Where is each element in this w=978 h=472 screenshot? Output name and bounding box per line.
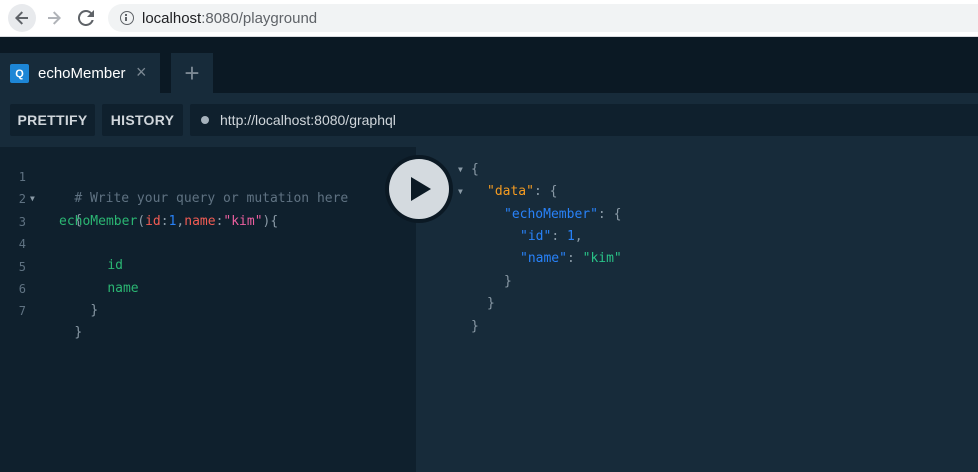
code-line: name — [76, 256, 138, 296]
url-text: localhost:8080/playground — [142, 10, 317, 27]
url-path: :8080/playground — [201, 10, 318, 27]
tab-title: echoMember — [38, 65, 126, 82]
status-dot — [201, 116, 209, 124]
execute-button-ring — [385, 155, 453, 223]
name-key: "name" — [520, 251, 567, 266]
code-line: { — [43, 188, 82, 228]
id-key: "id" — [520, 229, 552, 244]
line-number: 5 — [18, 260, 26, 274]
execute-query-button[interactable] — [389, 159, 449, 219]
code-line: echoMember(id:1,name:"kim"){ — [59, 214, 279, 229]
selection-field: name — [107, 281, 139, 296]
fold-arrow-icon[interactable]: ▼ — [458, 159, 463, 181]
result-line: "echoMember": { — [504, 207, 622, 222]
forward-button[interactable] — [40, 4, 68, 32]
history-button[interactable]: HISTORY — [102, 104, 183, 136]
add-tab-button[interactable]: + — [171, 53, 213, 93]
code-line: # Write your query or mutation here — [43, 166, 348, 206]
code-line: } — [43, 300, 82, 340]
browser-toolbar: localhost:8080/playground — [0, 0, 978, 37]
arrow-right-icon — [48, 11, 61, 25]
play-icon — [411, 177, 431, 201]
name-value: "kim" — [582, 251, 622, 266]
data-key: "data" — [487, 184, 534, 199]
query-editor[interactable]: 1 2 ▼ 3 4 5 6 7 # Write your query or mu… — [0, 147, 416, 472]
result-viewer: ▼ { ▼ "data": { "echoMember": { "id": 1,… — [416, 147, 978, 472]
arrow-left-icon — [15, 11, 28, 25]
tab-echomember[interactable]: Q echoMember × — [0, 53, 160, 93]
line-number: 3 — [18, 215, 26, 229]
close-brace: } — [471, 319, 479, 334]
back-button[interactable] — [8, 4, 36, 32]
playground-toolbar: PRETTIFY HISTORY http://localhost:8080/g… — [0, 93, 978, 147]
result-line: } — [487, 293, 495, 315]
line-number: 4 — [18, 237, 26, 251]
code-line: } — [59, 278, 98, 318]
result-line: "data": { — [487, 184, 558, 199]
line-number: 1 — [18, 170, 26, 184]
line-number: 7 — [18, 304, 26, 318]
open-brace: { — [471, 162, 479, 177]
line-number: 2 — [18, 192, 26, 206]
fold-arrow-icon[interactable]: ▼ — [30, 188, 35, 210]
query-badge: Q — [10, 64, 29, 83]
close-brace: } — [504, 274, 512, 289]
query-comment: # Write your query or mutation here — [74, 191, 349, 206]
url-host: localhost — [142, 10, 202, 27]
close-icon[interactable]: × — [136, 63, 147, 81]
result-line: { — [471, 159, 479, 181]
argument-value: "kim" — [223, 214, 263, 229]
argument-name: name — [184, 214, 216, 229]
tabs-strip: Q echoMember × + — [0, 37, 978, 93]
result-line: "id": 1, — [520, 229, 583, 244]
close-brace: } — [487, 296, 495, 311]
fold-arrow-icon[interactable]: ▼ — [458, 181, 463, 203]
result-line: } — [504, 271, 512, 293]
prettify-button[interactable]: PRETTIFY — [10, 104, 95, 136]
id-value: 1 — [566, 229, 575, 244]
info-icon[interactable] — [120, 11, 134, 25]
line-number: 6 — [18, 282, 26, 296]
result-line: "name": "kim" — [520, 251, 622, 266]
endpoint-input[interactable]: http://localhost:8080/graphql — [190, 104, 978, 136]
query-field: echoMember — [59, 214, 138, 229]
argument-name: id — [145, 214, 161, 229]
member-key: "echoMember" — [504, 207, 598, 222]
close-brace: } — [74, 325, 83, 340]
code-line: id — [76, 233, 123, 273]
reload-icon — [78, 10, 94, 26]
close-brace: } — [90, 303, 99, 318]
endpoint-url: http://localhost:8080/graphql — [220, 112, 396, 128]
result-line: } — [471, 316, 479, 338]
reload-button[interactable] — [72, 4, 100, 32]
address-bar[interactable]: localhost:8080/playground — [108, 4, 978, 32]
